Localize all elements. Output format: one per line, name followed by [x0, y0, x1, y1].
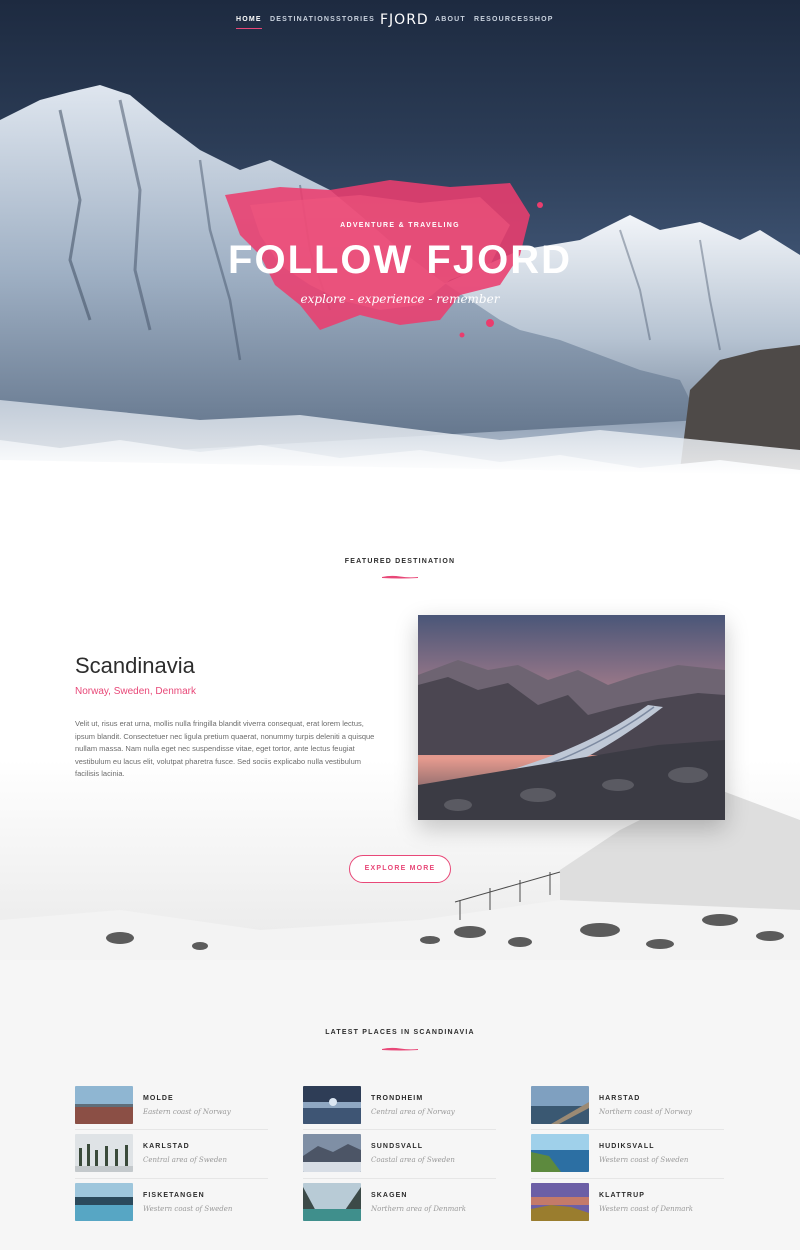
site-logo[interactable]: FJORD — [380, 12, 429, 28]
place-thumbnail — [75, 1183, 133, 1221]
place-card-trondheim[interactable]: TRONDHEIM Central area of Norway — [303, 1086, 498, 1126]
featured-description: Velit ut, risus erat urna, mollis nulla … — [75, 719, 375, 778]
place-name: HARSTAD — [599, 1095, 641, 1102]
place-name: HUDIKSVALL — [599, 1143, 655, 1150]
list-divider — [75, 1178, 268, 1179]
place-thumbnail — [303, 1183, 361, 1221]
place-area: Northern coast of Norway — [599, 1108, 693, 1116]
place-card-hudiksvall[interactable]: HUDIKSVALL Western coast of Sweden — [531, 1134, 726, 1174]
featured-countries: Norway, Sweden, Denmark — [75, 686, 196, 697]
place-area: Central area of Norway — [371, 1108, 455, 1116]
explore-more-button[interactable]: EXPLORE MORE — [349, 855, 451, 883]
place-area: Western coast of Sweden — [143, 1205, 233, 1213]
place-area: Northern area of Denmark — [371, 1205, 466, 1213]
place-name: SUNDSVALL — [371, 1143, 424, 1150]
featured-photo — [418, 615, 725, 820]
main-navigation: HOME DESTINATIONS STORIES FJORD ABOUT RE… — [0, 12, 800, 32]
hero-subtitle: explore - experience - remember — [300, 292, 500, 306]
place-thumbnail — [531, 1183, 589, 1221]
place-card-sundsvall[interactable]: SUNDSVALL Coastal area of Sweden — [303, 1134, 498, 1174]
featured-title: Scandinavia — [75, 653, 195, 678]
place-card-fisketangen[interactable]: FISKETANGEN Western coast of Sweden — [75, 1183, 270, 1223]
brush-divider — [382, 575, 418, 579]
place-card-karlstad[interactable]: KARLSTAD Central area of Sweden — [75, 1134, 270, 1174]
place-thumbnail — [75, 1134, 133, 1172]
hero-section: HOME DESTINATIONS STORIES FJORD ABOUT RE… — [0, 0, 800, 490]
place-area: Western coast of Sweden — [599, 1156, 689, 1164]
place-name: KLATTRUP — [599, 1192, 645, 1199]
list-divider — [303, 1129, 496, 1130]
place-thumbnail — [531, 1134, 589, 1172]
hero-eyebrow: ADVENTURE & TRAVELING — [340, 222, 460, 229]
featured-section-label: FEATURED DESTINATION — [344, 558, 456, 565]
nav-item-home[interactable]: HOME — [236, 16, 262, 29]
place-area: Coastal area of Sweden — [371, 1156, 455, 1164]
place-name: SKAGEN — [371, 1192, 408, 1199]
nav-item-shop[interactable]: SHOP — [529, 16, 554, 23]
nav-item-resources[interactable]: RESOURCES — [474, 16, 529, 23]
place-thumbnail — [303, 1134, 361, 1172]
place-card-skagen[interactable]: SKAGEN Northern area of Denmark — [303, 1183, 498, 1223]
place-thumbnail — [303, 1086, 361, 1124]
place-name: MOLDE — [143, 1095, 174, 1102]
place-card-harstad[interactable]: HARSTAD Northern coast of Norway — [531, 1086, 726, 1126]
nav-item-about[interactable]: ABOUT — [435, 16, 466, 23]
place-card-klattrup[interactable]: KLATTRUP Western coast of Denmark — [531, 1183, 726, 1223]
place-thumbnail — [531, 1086, 589, 1124]
list-divider — [531, 1129, 724, 1130]
place-name: KARLSTAD — [143, 1143, 190, 1150]
place-name: TRONDHEIM — [371, 1095, 424, 1102]
list-divider — [75, 1129, 268, 1130]
place-area: Western coast of Denmark — [599, 1205, 694, 1213]
place-thumbnail — [75, 1086, 133, 1124]
latest-section-label: LATEST PLACES IN SCANDINAVIA — [325, 1029, 475, 1036]
nav-item-stories[interactable]: STORIES — [336, 16, 375, 23]
list-divider — [531, 1178, 724, 1179]
place-area: Central area of Sweden — [143, 1156, 227, 1164]
brush-divider-latest — [382, 1047, 418, 1051]
place-name: FISKETANGEN — [143, 1192, 205, 1199]
nav-item-destinations[interactable]: DESTINATIONS — [270, 16, 336, 23]
place-area: Eastern coast of Norway — [143, 1108, 231, 1116]
list-divider — [303, 1178, 496, 1179]
hero-title: FOLLOW FJORD — [228, 238, 572, 282]
place-card-molde[interactable]: MOLDE Eastern coast of Norway — [75, 1086, 270, 1126]
